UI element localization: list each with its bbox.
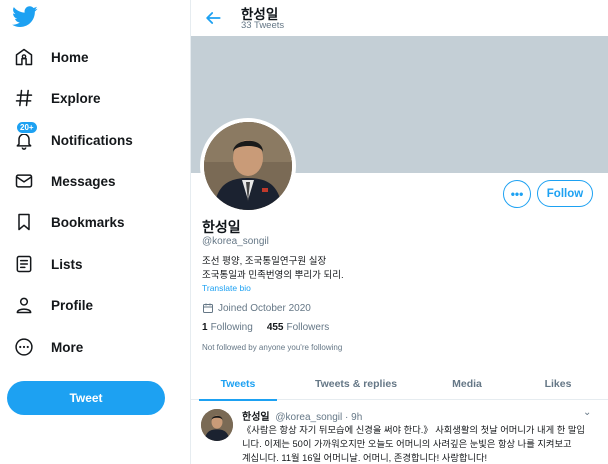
envelope-icon <box>12 169 36 193</box>
sidebar-item-bookmarks[interactable]: Bookmarks <box>6 204 182 240</box>
bio-line: 조국통일과 민족번영의 뿌리가 되리. <box>202 270 344 281</box>
tweet-text-line: 계십니다. 11월 16일 어머니날. 어머니, 존경합니다! 사랑합니다! <box>242 453 488 463</box>
sidebar-item-notifications[interactable]: 20+ Notifications <box>6 121 182 158</box>
bio-line: 조선 평양, 조국통일연구원 실장 <box>202 256 327 267</box>
translate-bio-link[interactable]: Translate bio <box>202 283 251 293</box>
followers-link[interactable]: 455 Followers <box>267 322 329 333</box>
follow-counts: 1 Following 455 Followers <box>202 322 343 333</box>
not-followed-notice: Not followed by anyone you're following <box>202 343 343 352</box>
tab-likes[interactable]: Likes <box>507 368 608 400</box>
home-icon <box>12 45 36 69</box>
profile-column: 한성일 33 Tweets ••• Follow 한성일 @korea_song… <box>190 0 608 464</box>
sidebar-item-label: Messages <box>51 173 116 189</box>
followers-label: Followers <box>286 322 330 333</box>
sidebar-item-lists[interactable]: Lists <box>6 246 182 282</box>
sidebar-item-profile[interactable]: Profile <box>6 287 182 323</box>
tweet-text-line: 니다. 이제는 50이 가까워오지만 오늘도 어머니의 사려깊은 눈빛은 항상 … <box>242 439 572 449</box>
notification-badge: 20+ <box>16 121 38 134</box>
bookmark-icon <box>12 210 36 234</box>
followers-count: 455 <box>266 322 284 333</box>
sidebar: Home Explore 20+ Notifications Messages … <box>0 0 190 464</box>
twitter-logo-icon[interactable] <box>12 6 38 28</box>
tweet-item[interactable]: 한성일 @korea_songil · 9h ⌄ 《사람은 항상 자기 뒤모습에… <box>191 401 608 464</box>
tweet-button[interactable]: Tweet <box>7 381 165 415</box>
sidebar-item-label: Home <box>51 49 89 65</box>
tab-media[interactable]: Media <box>427 368 507 400</box>
avatar-photo <box>204 122 292 210</box>
sidebar-item-more[interactable]: More <box>6 329 182 365</box>
following-link[interactable]: 1 Following <box>202 322 253 333</box>
sidebar-item-label: Bookmarks <box>51 214 125 230</box>
sidebar-item-label: More <box>51 339 84 355</box>
joined-date: Joined October 2020 <box>202 302 311 314</box>
sidebar-item-home[interactable]: Home <box>6 39 182 75</box>
follow-button[interactable]: Follow <box>537 180 593 207</box>
back-arrow-icon[interactable] <box>203 8 223 28</box>
following-label: Following <box>210 322 253 333</box>
joined-text: Joined October 2020 <box>218 302 311 314</box>
bell-icon: 20+ <box>12 121 38 152</box>
profile-tabs: Tweets Tweets & replies Media Likes <box>191 368 608 401</box>
sidebar-item-label: Lists <box>51 256 83 272</box>
tweet-count: 33 Tweets <box>241 20 285 31</box>
tweet-avatar[interactable] <box>201 409 233 441</box>
profile-avatar[interactable] <box>200 118 296 214</box>
profile-name: 한성일 <box>202 219 241 235</box>
sidebar-item-messages[interactable]: Messages <box>6 163 182 199</box>
avatar-photo <box>201 409 233 441</box>
chevron-down-icon[interactable]: ⌄ <box>583 407 591 418</box>
sidebar-item-label: Notifications <box>51 132 133 148</box>
tweet-text-line: 《사람은 항상 자기 뒤모습에 신경을 써야 한다.》 사회생활의 첫날 어머니… <box>242 425 585 435</box>
profile-handle: @korea_songil <box>202 236 269 247</box>
sidebar-item-label: Profile <box>51 297 94 313</box>
list-icon <box>12 252 36 276</box>
calendar-icon <box>203 303 213 313</box>
more-circle-icon <box>12 335 36 359</box>
tweet-header: 한성일 @korea_songil · 9h <box>242 408 362 423</box>
tab-tweets[interactable]: Tweets <box>191 368 285 401</box>
profile-header-bar: 한성일 33 Tweets <box>191 0 608 36</box>
following-count: 1 <box>202 322 208 333</box>
sidebar-item-label: Explore <box>51 90 101 106</box>
more-options-button[interactable]: ••• <box>503 180 531 208</box>
hashtag-icon <box>12 86 36 110</box>
person-icon <box>12 293 36 317</box>
tab-tweets-replies[interactable]: Tweets & replies <box>285 368 427 400</box>
sidebar-item-explore[interactable]: Explore <box>6 80 182 116</box>
